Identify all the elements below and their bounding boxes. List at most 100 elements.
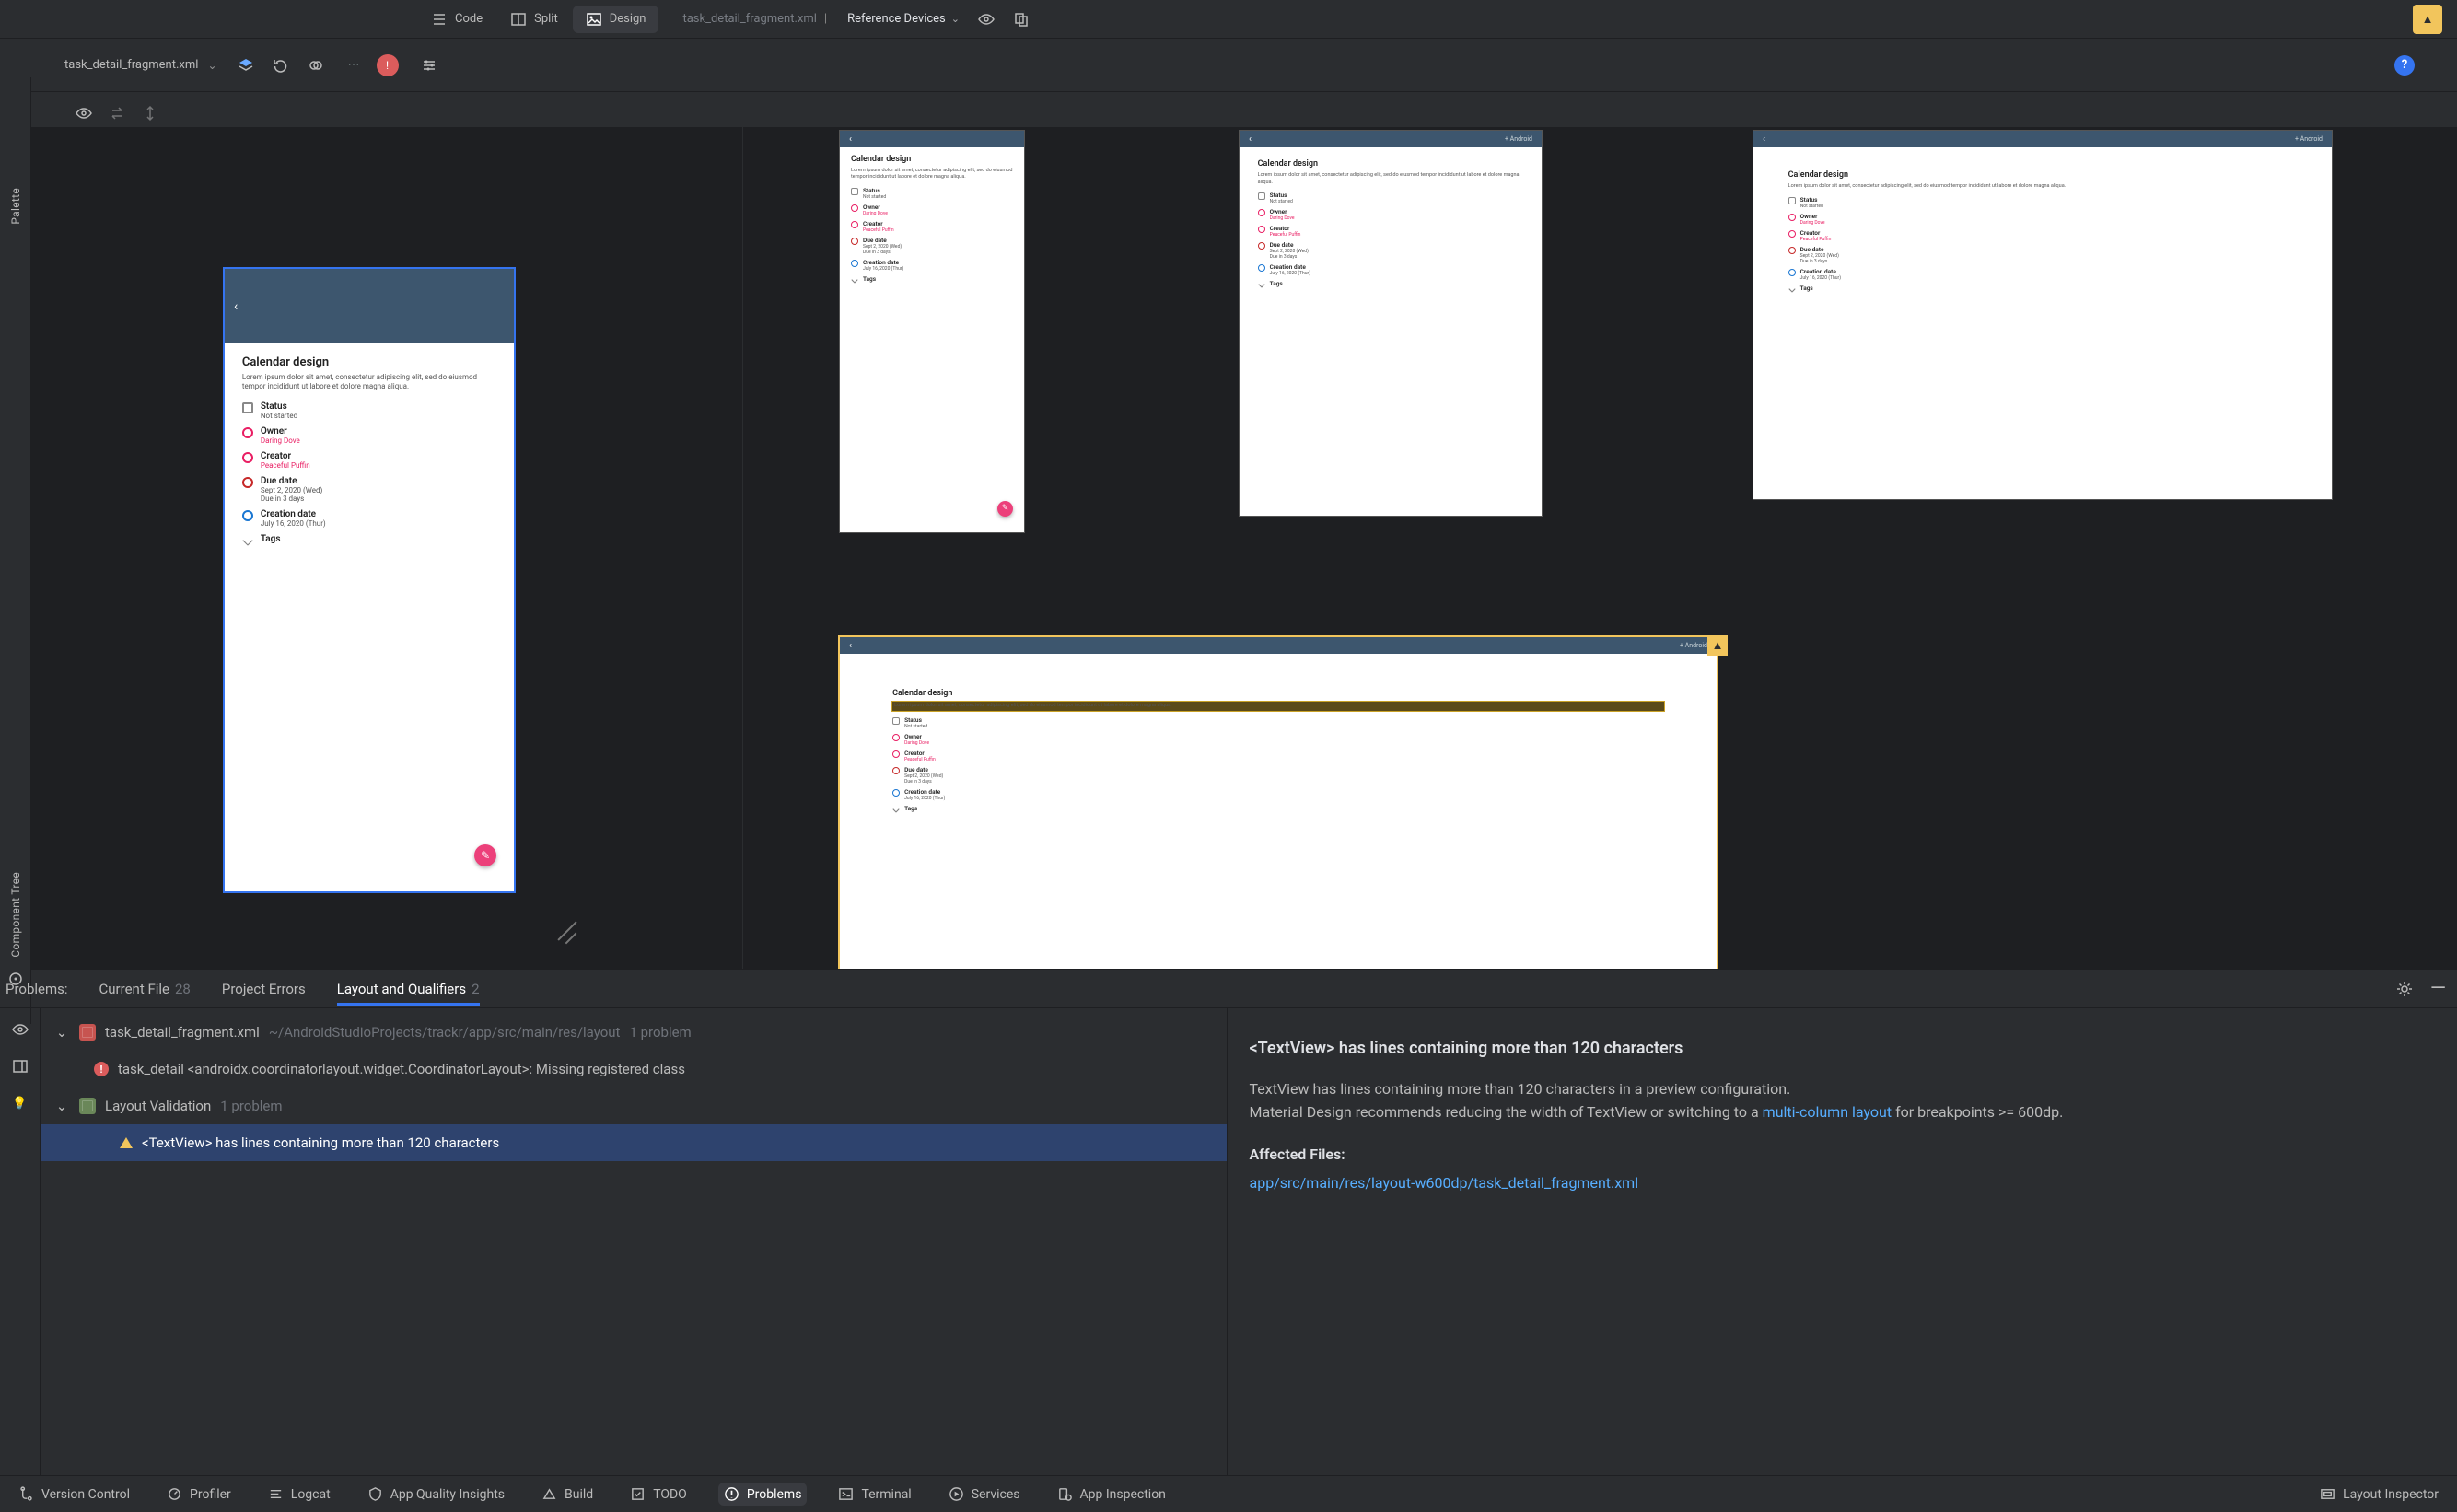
creation-value: July 16, 2020 (Thur) (261, 519, 326, 528)
due-value2: Due in 3 days (261, 494, 322, 503)
status-value: Not started (1270, 199, 1293, 204)
view-mode-code[interactable]: Code (418, 6, 495, 33)
label: Layout and Qualifiers (337, 981, 466, 997)
due-value2: Due in 3 days (1800, 259, 1839, 264)
swap-icon[interactable] (109, 105, 125, 122)
rotate-icon[interactable] (273, 57, 289, 74)
file-path: ~/AndroidStudioProjects/trackr/app/src/m… (269, 1024, 621, 1041)
preview-main[interactable]: ‹ Calendar design Lorem ipsum dolor sit … (225, 269, 514, 891)
eye-icon[interactable] (76, 105, 92, 122)
creation-label: Creation date (904, 788, 945, 796)
problems-tree[interactable]: ⌄ task_detail_fragment.xml ~/AndroidStud… (41, 1008, 1228, 1475)
label: App Quality Insights (390, 1487, 505, 1502)
preview-foldable[interactable]: ‹+ Android Calendar design Lorem ipsum d… (1240, 131, 1542, 516)
label: Current File (99, 981, 169, 997)
multi-column-layout-link[interactable]: multi-column layout (1763, 1103, 1892, 1121)
more-icon[interactable]: ⋯ (348, 58, 360, 72)
open-file-tab[interactable]: task_detail_fragment.xml | (682, 12, 827, 26)
preview-desktop-warned[interactable]: ▲ ‹+ Android Calendar design Lorem ipsum… (840, 637, 1717, 969)
visibility-icon[interactable] (978, 11, 995, 28)
text: Material Design recommends reducing the … (1250, 1103, 1763, 1121)
tree-group-node[interactable]: ⌄ Layout Validation 1 problem (41, 1087, 1227, 1124)
due-label: Due date (863, 237, 902, 244)
preview-phone-portrait[interactable]: ‹ Calendar design Lorem ipsum dolor sit … (840, 131, 1024, 532)
status-label: Status (261, 401, 297, 412)
tool-problems[interactable]: Problems (718, 1483, 808, 1506)
palette-tool-button[interactable]: Palette (9, 188, 22, 225)
layout-file-chooser[interactable]: task_detail_fragment.xml ⌄ (64, 58, 217, 72)
copy-icon[interactable] (1013, 11, 1030, 28)
creator-label: Creator (261, 451, 310, 461)
creator-label: Creator (863, 220, 894, 227)
side-panel-icon[interactable] (12, 1058, 29, 1075)
status-label: Status (863, 187, 886, 194)
tab-project-errors[interactable]: Project Errors (222, 981, 306, 997)
owner-value: Daring Dove (904, 740, 929, 746)
error-badge[interactable]: ! (377, 54, 399, 76)
tool-version-control[interactable]: Version Control (13, 1483, 135, 1506)
detail-heading: <TextView> has lines containing more tha… (1250, 1036, 2436, 1062)
xml-file-icon (79, 1024, 96, 1041)
tree-warning-node-selected[interactable]: <TextView> has lines containing more tha… (41, 1124, 1227, 1161)
editor-view-mode-bar: Code Split Design task_detail_fragment.x… (0, 0, 2457, 39)
back-icon: ‹ (849, 641, 852, 651)
label: Profiler (190, 1487, 231, 1502)
affected-file-link[interactable]: app/src/main/res/layout-w600dp/task_deta… (1250, 1174, 1639, 1192)
preview-tablet[interactable]: ‹+ Android Calendar design Lorem ipsum d… (1753, 131, 2332, 499)
expand-vert-icon[interactable] (142, 105, 158, 122)
creator-value: Peaceful Puffin (904, 757, 936, 762)
detail-body-2: Material Design recommends reducing the … (1250, 1101, 2436, 1124)
label: Project Errors (222, 981, 306, 997)
task-description: Lorem ipsum dolor sit amet, consectetur … (1258, 172, 1524, 186)
component-tree-tool-button[interactable]: Component Tree (9, 872, 22, 958)
resize-handle-icon[interactable] (553, 917, 584, 948)
layout-group-icon (79, 1098, 96, 1114)
count: 28 (175, 981, 191, 997)
task-title: Calendar design (242, 355, 496, 369)
tool-app-inspection[interactable]: App Inspection (1052, 1483, 1171, 1506)
chevron-down-icon: ⌄ (53, 1098, 70, 1114)
tool-app-quality[interactable]: App Quality Insights (362, 1483, 510, 1506)
help-icon[interactable]: ? (2394, 55, 2415, 76)
fab-edit: ✎ (997, 501, 1013, 517)
image-icon (586, 11, 602, 28)
tree-file-node[interactable]: ⌄ task_detail_fragment.xml ~/AndroidStud… (41, 1014, 1227, 1051)
tool-terminal[interactable]: Terminal (833, 1483, 916, 1506)
filename: task_detail_fragment.xml (64, 58, 198, 72)
minimize-icon[interactable]: — (2430, 977, 2446, 1000)
group-name: Layout Validation (105, 1098, 211, 1114)
tab-layout-qualifiers[interactable]: Layout and Qualifiers2 (337, 981, 480, 997)
tool-logcat[interactable]: Logcat (262, 1483, 336, 1506)
task-title: Calendar design (1258, 159, 1524, 169)
tab-current-file[interactable]: Current File 28 (99, 981, 191, 997)
gear-icon[interactable] (2396, 981, 2413, 997)
reference-devices-dropdown[interactable]: Reference Devices ⌄ (847, 12, 960, 26)
view-mode-split[interactable]: Split (497, 6, 571, 33)
overlay-icon[interactable] (308, 57, 324, 74)
tool-build[interactable]: Build (536, 1483, 599, 1506)
warning-text: <TextView> has lines containing more tha… (142, 1134, 499, 1151)
tool-profiler[interactable]: Profiler (161, 1483, 237, 1506)
warning-indicator[interactable]: ▲ (2413, 5, 2442, 34)
owner-value: Daring Dove (1800, 220, 1825, 226)
tool-layout-inspector[interactable]: Layout Inspector (2314, 1483, 2444, 1506)
layers-icon[interactable] (238, 57, 254, 74)
creator-value: Peaceful Puffin (863, 227, 894, 233)
tool-todo[interactable]: TODO (624, 1483, 693, 1506)
design-surface[interactable]: task_detail_fragment.xml ⌄ ⋯ ! ? (31, 39, 2457, 969)
list-icon (431, 11, 448, 28)
tree-error-node[interactable]: ! task_detail <androidx.coordinatorlayou… (41, 1051, 1227, 1087)
error-text: task_detail <androidx.coordinatorlayout.… (118, 1061, 685, 1077)
sliders-icon[interactable] (421, 57, 437, 74)
creator-value: Peaceful Puffin (1800, 237, 1832, 242)
tags-label: Tags (904, 805, 917, 812)
label: Services (972, 1487, 1020, 1502)
back-icon: ‹ (1763, 134, 1765, 145)
status-value: Not started (904, 724, 927, 729)
error-icon: ! (94, 1062, 109, 1076)
task-description: Lorem ipsum dolor sit amet, consectetur … (851, 168, 1013, 181)
tool-services[interactable]: Services (943, 1483, 1026, 1506)
view-mode-design[interactable]: Design (573, 6, 659, 33)
lightbulb-icon[interactable]: 💡 (12, 1095, 29, 1111)
fab-edit: ✎ (474, 844, 496, 866)
